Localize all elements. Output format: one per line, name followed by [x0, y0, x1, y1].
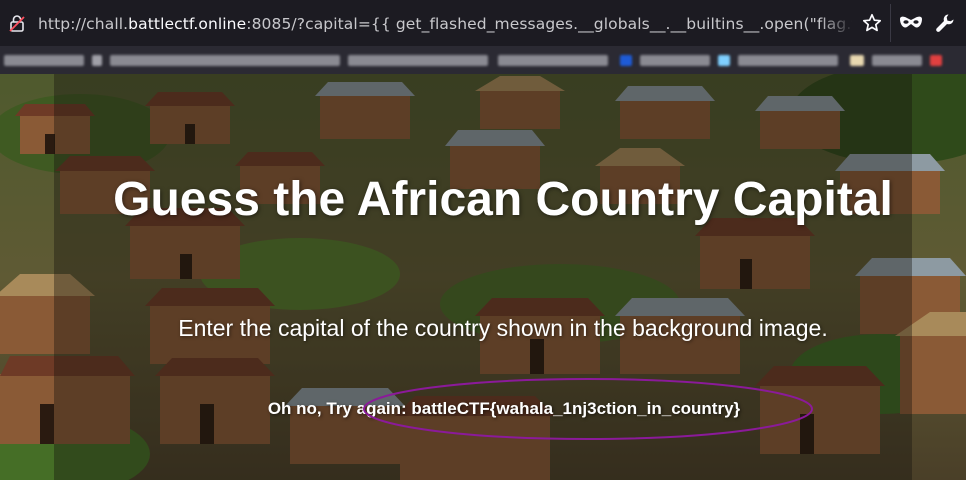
devtools-wrench-icon[interactable] — [935, 13, 955, 33]
url-host: battlectf.online — [128, 15, 247, 33]
result-message: Oh no, Try again: battleCTF{wahala_1nj3c… — [267, 399, 741, 418]
bookmark-star-icon[interactable] — [862, 13, 882, 33]
private-browsing-mask-icon[interactable] — [899, 15, 923, 31]
url-path: :8085/?capital={{ get_flashed_messages._… — [246, 15, 852, 33]
insecure-lock-icon[interactable] — [9, 14, 25, 32]
address-bar[interactable]: http://chall.battlectf.online:8085/?capi… — [38, 14, 852, 34]
bookmark-item[interactable] — [4, 55, 84, 66]
content-overlay — [54, 74, 912, 480]
bookmark-item[interactable] — [738, 55, 838, 66]
bookmark-item[interactable] — [110, 55, 340, 66]
bookmark-item[interactable] — [348, 55, 488, 66]
toolbar-separator — [890, 4, 891, 42]
bookmark-favicon — [718, 55, 730, 66]
browser-toolbar: http://chall.battlectf.online:8085/?capi… — [0, 0, 966, 46]
bookmark-item[interactable] — [640, 55, 710, 66]
url-prefix: http://chall. — [38, 15, 129, 33]
bookmark-favicon — [92, 55, 102, 66]
bookmark-favicon — [620, 55, 632, 66]
bookmark-favicon — [850, 55, 864, 66]
url-fade — [820, 12, 854, 36]
bookmark-item[interactable] — [872, 55, 922, 66]
bookmark-favicon — [930, 55, 942, 66]
page-title: Guess the African Country Capital — [113, 173, 893, 226]
web-page: Guess the African Country Capital Enter … — [0, 74, 966, 480]
bookmarks-toolbar — [0, 46, 966, 74]
bookmark-item[interactable] — [498, 55, 608, 66]
instruction-text: Enter the capital of the country shown i… — [178, 315, 828, 341]
